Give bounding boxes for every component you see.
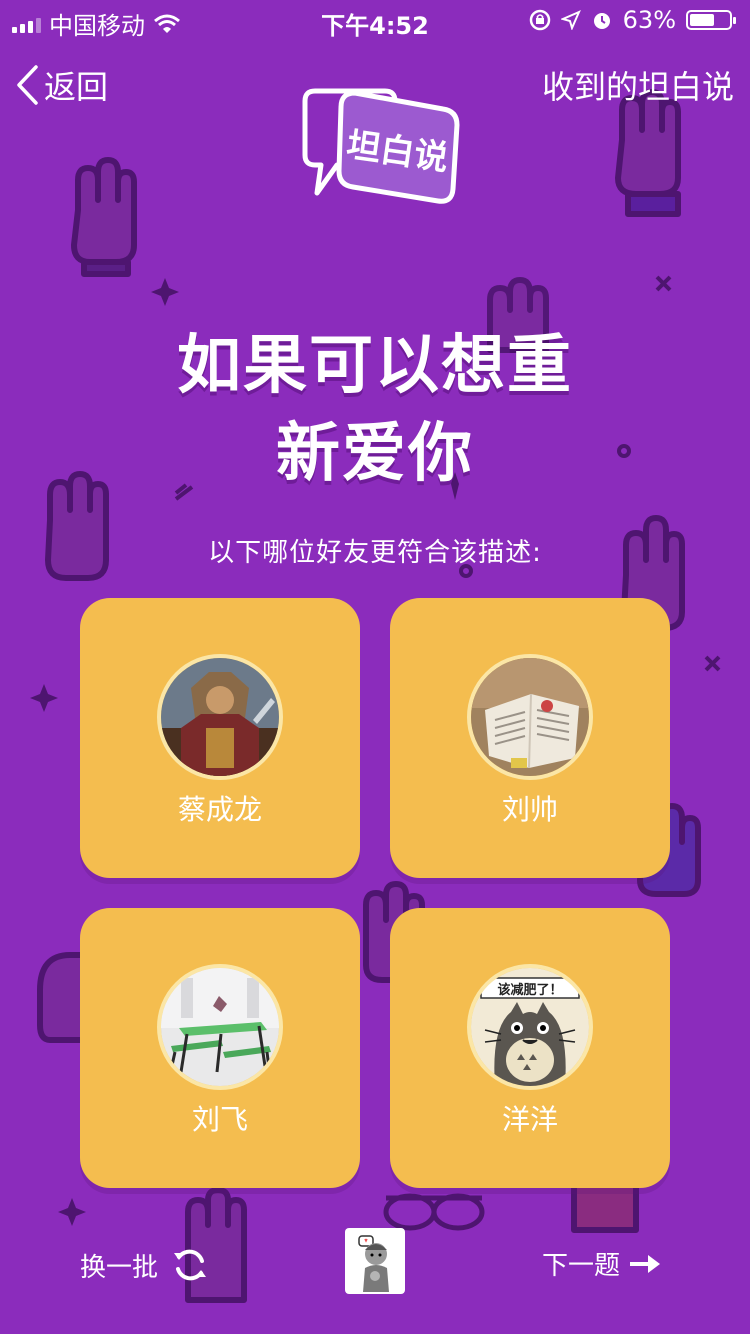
chevron-left-icon xyxy=(17,65,38,105)
sparkle-icon xyxy=(151,278,179,306)
friend-card[interactable]: 该减肥了！ 洋洋 xyxy=(390,908,670,1188)
avatar-caption: 该减肥了！ xyxy=(497,982,562,998)
back-label: 返回 xyxy=(44,68,109,106)
alarm-icon xyxy=(593,13,610,29)
x-mark-icon xyxy=(704,655,721,672)
avatar: 该减肥了！ xyxy=(467,964,593,1090)
avatar xyxy=(467,654,593,780)
refresh-icon xyxy=(174,1249,207,1281)
arrow-right-icon xyxy=(630,1254,661,1273)
avatar xyxy=(157,654,283,780)
sparkle-icon xyxy=(30,684,58,712)
status-bar: 中国移动 下午4:52 63% xyxy=(0,0,750,40)
raised-hand-icon xyxy=(71,157,137,277)
x-mark-icon xyxy=(655,275,672,292)
instruction-text: 以下哪位好友更符合该描述: xyxy=(208,538,542,568)
location-arrow-icon xyxy=(560,10,581,30)
friend-card[interactable]: 蔡成龙 xyxy=(80,598,360,878)
friend-card[interactable]: 刘帅 xyxy=(390,598,670,878)
battery-percent: 63% xyxy=(622,6,676,34)
friend-name: 刘帅 xyxy=(501,793,558,826)
battery-icon xyxy=(686,10,736,30)
sticker-image[interactable] xyxy=(345,1228,405,1294)
shuffle-label: 换一批 xyxy=(80,1252,159,1283)
next-question-button[interactable]: 下一题 xyxy=(542,1245,662,1282)
shuffle-button[interactable]: 换一批 xyxy=(80,1245,210,1285)
next-label: 下一题 xyxy=(542,1251,621,1281)
rotation-lock-icon xyxy=(529,9,550,31)
received-confessions-link[interactable]: 收到的坦白说 xyxy=(542,62,734,108)
friend-name: 蔡成龙 xyxy=(177,793,262,826)
glasses-icon xyxy=(383,1193,485,1231)
friend-name: 刘飞 xyxy=(191,1103,248,1136)
app-logo: 坦白说 xyxy=(302,88,460,204)
friend-card[interactable]: 刘飞 xyxy=(80,908,360,1188)
sparkle-icon xyxy=(58,1198,86,1226)
question-text: 如果可以想重 新爱你 xyxy=(0,322,750,498)
question-line-2: 新爱你 xyxy=(276,417,474,491)
friend-name: 洋洋 xyxy=(501,1103,558,1136)
avatar xyxy=(157,964,283,1090)
raised-hand-icon xyxy=(615,89,681,217)
back-button[interactable]: 返回 xyxy=(16,62,108,108)
question-line-1: 如果可以想重 xyxy=(177,329,573,403)
